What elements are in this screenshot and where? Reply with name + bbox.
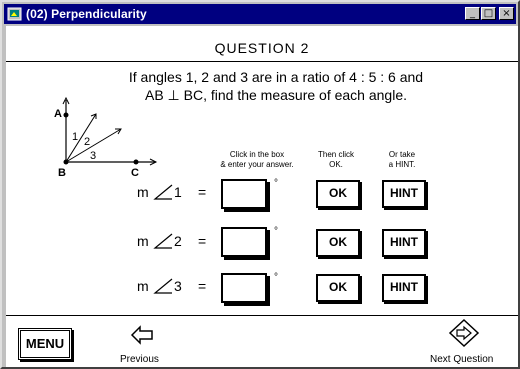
angle-symbol-icon xyxy=(153,233,173,249)
degree-symbol: ° xyxy=(274,272,278,283)
next-question-label[interactable]: Next Question xyxy=(430,354,493,365)
label-C: C xyxy=(131,167,139,179)
window-title: (02) Perpendicularity xyxy=(26,7,147,21)
hint-button-1[interactable]: HINT xyxy=(382,180,426,208)
ok-button-2[interactable]: OK xyxy=(316,229,360,257)
hint-instruction: Or take a HINT. xyxy=(388,150,416,169)
question-heading: QUESTION 2 xyxy=(214,40,310,56)
problem-line-1: If angles 1, 2 and 3 are in a ratio of 4… xyxy=(128,69,424,85)
label-A: A xyxy=(54,108,62,120)
next-question-icon[interactable] xyxy=(447,318,481,348)
label-B: B xyxy=(58,167,66,179)
angle-diagram: A B C 1 2 3 xyxy=(46,96,166,191)
angle-number: 2 xyxy=(174,233,182,249)
menu-button[interactable]: MENU xyxy=(18,328,72,360)
degree-symbol: ° xyxy=(274,226,278,237)
app-icon xyxy=(7,7,22,21)
maximize-button[interactable]: □ xyxy=(481,7,496,20)
title-bar[interactable]: (02) Perpendicularity _ □ × xyxy=(4,4,516,24)
ok-instruction: Then click OK. xyxy=(317,150,354,169)
label-angle-1: 1 xyxy=(72,131,79,143)
answer-input-3[interactable] xyxy=(221,273,267,303)
hint-button-3[interactable]: HINT xyxy=(382,274,426,302)
answer-input-2[interactable] xyxy=(221,227,267,257)
measure-label: m xyxy=(137,184,149,200)
equals-sign: = xyxy=(198,278,207,294)
angle-number: 3 xyxy=(174,278,182,294)
hint-button-2[interactable]: HINT xyxy=(382,229,426,257)
lesson-canvas: QUESTION 2 If angles 1, 2 and 3 are in a… xyxy=(6,26,518,367)
minimize-button[interactable]: _ xyxy=(465,7,480,20)
angle-number: 1 xyxy=(174,184,182,200)
bottom-divider xyxy=(6,315,518,316)
label-angle-2: 2 xyxy=(84,136,91,148)
angle-symbol-icon xyxy=(153,184,173,200)
angle-symbol-icon xyxy=(153,278,173,294)
app-window: (02) Perpendicularity _ □ × QUESTION 2 I… xyxy=(0,0,520,369)
box-instruction: Click in the box & enter your answer. xyxy=(220,150,294,169)
degree-symbol: ° xyxy=(274,178,278,189)
measure-label: m xyxy=(137,233,149,249)
answer-input-1[interactable] xyxy=(221,179,267,209)
ok-button-3[interactable]: OK xyxy=(316,274,360,302)
top-divider xyxy=(6,61,518,62)
label-angle-3: 3 xyxy=(90,150,97,162)
close-button[interactable]: × xyxy=(499,7,514,20)
point-C xyxy=(133,159,139,165)
previous-arrow-icon[interactable] xyxy=(130,324,158,346)
previous-label[interactable]: Previous xyxy=(120,354,159,365)
equals-sign: = xyxy=(198,184,207,200)
point-B xyxy=(63,159,69,165)
point-A xyxy=(63,112,69,118)
ok-button-1[interactable]: OK xyxy=(316,180,360,208)
equals-sign: = xyxy=(198,233,207,249)
measure-label: m xyxy=(137,278,149,294)
